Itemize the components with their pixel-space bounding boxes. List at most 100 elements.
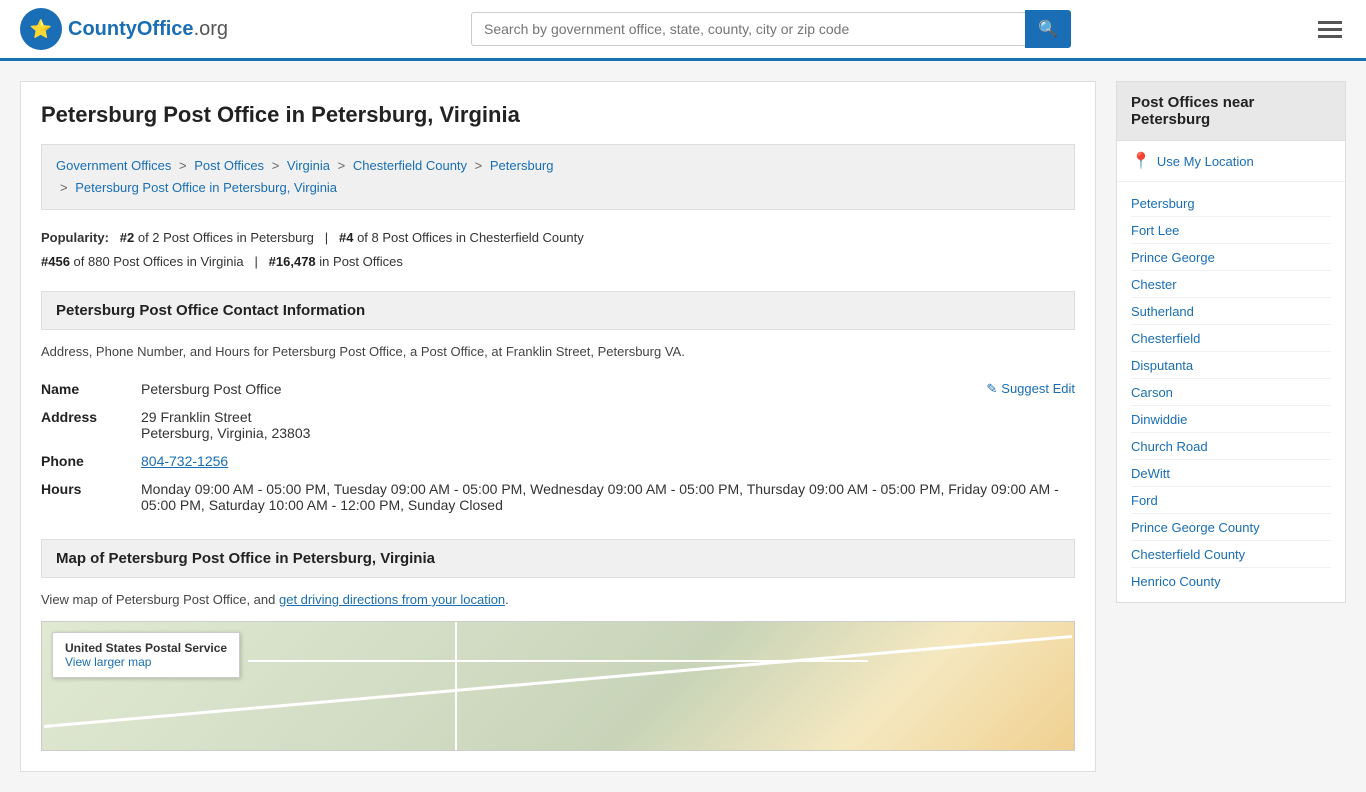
breadcrumb-current[interactable]: Petersburg Post Office in Petersburg, Vi… [75, 180, 337, 195]
sidebar-item: DeWitt [1131, 460, 1331, 487]
sidebar-list: Petersburg Fort Lee Prince George Chester Su… [1117, 182, 1345, 602]
breadcrumb-govt-offices[interactable]: Government Offices [56, 158, 171, 173]
name-value: Petersburg Post Office ✎ Suggest Edit [141, 375, 1075, 403]
phone-label: Phone [41, 447, 141, 475]
sidebar-item-link[interactable]: Prince George County [1131, 520, 1260, 535]
sidebar-item: Petersburg [1131, 190, 1331, 217]
sidebar-item-link[interactable]: Carson [1131, 385, 1173, 400]
map-road-3 [455, 622, 457, 750]
sidebar-item-link[interactable]: DeWitt [1131, 466, 1170, 481]
breadcrumb-chesterfield[interactable]: Chesterfield County [353, 158, 467, 173]
map-section-header: Map of Petersburg Post Office in Petersb… [41, 539, 1075, 578]
rank3: #456 [41, 254, 70, 269]
phone-value: 804-732-1256 [141, 447, 1075, 475]
contact-info-table: Name Petersburg Post Office ✎ Suggest Ed… [41, 375, 1075, 519]
rank4-text: in Post Offices [319, 254, 403, 269]
rank2: #4 [339, 230, 353, 245]
popularity-label: Popularity: [41, 230, 109, 245]
sidebar-item-link[interactable]: Ford [1131, 493, 1158, 508]
menu-bar-1 [1318, 21, 1342, 24]
sidebar-item-link[interactable]: Fort Lee [1131, 223, 1179, 238]
location-pin-icon: 📍 [1131, 151, 1151, 171]
address-row: Address 29 Franklin Street Petersburg, V… [41, 403, 1075, 447]
sidebar-item: Henrico County [1131, 568, 1331, 594]
breadcrumb: Government Offices > Post Offices > Virg… [41, 144, 1075, 210]
menu-button[interactable] [1314, 17, 1346, 42]
menu-bar-3 [1318, 35, 1342, 38]
breadcrumb-sep-2: > [272, 158, 280, 173]
phone-row: Phone 804-732-1256 [41, 447, 1075, 475]
map-description: View map of Petersburg Post Office, and … [41, 592, 1075, 607]
rank3-text: of 880 Post Offices in Virginia [74, 254, 244, 269]
sidebar: Post Offices near Petersburg 📍 Use My Lo… [1116, 81, 1346, 772]
hours-value: Monday 09:00 AM - 05:00 PM, Tuesday 09:0… [141, 475, 1075, 519]
rank2-text: of 8 Post Offices in Chesterfield County [357, 230, 584, 245]
breadcrumb-sep-3: > [338, 158, 346, 173]
address-label: Address [41, 403, 141, 447]
popularity-section: Popularity: #2 of 2 Post Offices in Pete… [41, 226, 1075, 273]
name-row: Name Petersburg Post Office ✎ Suggest Ed… [41, 375, 1075, 403]
map-road-2 [248, 660, 867, 662]
rank1: #2 [120, 230, 134, 245]
address-value: 29 Franklin Street Petersburg, Virginia,… [141, 403, 1075, 447]
sidebar-item: Prince George [1131, 244, 1331, 271]
sidebar-item-link[interactable]: Sutherland [1131, 304, 1194, 319]
rank1-text: of 2 Post Offices in Petersburg [138, 230, 314, 245]
main-container: Petersburg Post Office in Petersburg, Vi… [0, 61, 1366, 792]
sidebar-location: 📍 Use My Location [1117, 141, 1345, 182]
use-my-location-link[interactable]: Use My Location [1157, 154, 1254, 169]
sidebar-item-link[interactable]: Church Road [1131, 439, 1208, 454]
sidebar-item: Fort Lee [1131, 217, 1331, 244]
sidebar-item-link[interactable]: Petersburg [1131, 196, 1195, 211]
hours-label: Hours [41, 475, 141, 519]
sidebar-item: Carson [1131, 379, 1331, 406]
hours-row: Hours Monday 09:00 AM - 05:00 PM, Tuesda… [41, 475, 1075, 519]
search-button[interactable]: 🔍 [1025, 10, 1071, 48]
sidebar-item: Chesterfield [1131, 325, 1331, 352]
sidebar-box: Post Offices near Petersburg 📍 Use My Lo… [1116, 81, 1346, 603]
breadcrumb-sep-4: > [475, 158, 483, 173]
menu-bar-2 [1318, 28, 1342, 31]
sidebar-item-link[interactable]: Chesterfield County [1131, 547, 1245, 562]
contact-description: Address, Phone Number, and Hours for Pet… [41, 344, 1075, 359]
content-area: Petersburg Post Office in Petersburg, Vi… [20, 81, 1096, 772]
contact-section-header: Petersburg Post Office Contact Informati… [41, 291, 1075, 330]
breadcrumb-post-offices[interactable]: Post Offices [194, 158, 264, 173]
sidebar-item: Prince George County [1131, 514, 1331, 541]
sidebar-item: Disputanta [1131, 352, 1331, 379]
sidebar-item: Chesterfield County [1131, 541, 1331, 568]
map-overlay-title: United States Postal Service [65, 641, 227, 655]
sidebar-item-link[interactable]: Chesterfield [1131, 331, 1200, 346]
sidebar-item: Church Road [1131, 433, 1331, 460]
page-title: Petersburg Post Office in Petersburg, Vi… [41, 102, 1075, 128]
logo-text: CountyOffice.org [68, 18, 228, 41]
sidebar-item-link[interactable]: Disputanta [1131, 358, 1193, 373]
map-container: United States Postal Service View larger… [41, 621, 1075, 751]
site-header: ⭐ CountyOffice.org 🔍 [0, 0, 1366, 61]
sidebar-item-link[interactable]: Chester [1131, 277, 1177, 292]
breadcrumb-virginia[interactable]: Virginia [287, 158, 330, 173]
breadcrumb-sep-1: > [179, 158, 187, 173]
sidebar-title: Post Offices near Petersburg [1117, 82, 1345, 141]
search-input[interactable] [471, 12, 1025, 46]
driving-directions-link[interactable]: get driving directions from your locatio… [279, 592, 505, 607]
phone-link[interactable]: 804-732-1256 [141, 453, 228, 469]
rank4: #16,478 [269, 254, 316, 269]
breadcrumb-petersburg[interactable]: Petersburg [490, 158, 554, 173]
sidebar-item: Chester [1131, 271, 1331, 298]
sidebar-item-link[interactable]: Dinwiddie [1131, 412, 1187, 427]
suggest-edit-icon: ✎ [986, 381, 997, 397]
sidebar-item: Ford [1131, 487, 1331, 514]
breadcrumb-sep-5: > [60, 180, 68, 195]
sidebar-item-link[interactable]: Prince George [1131, 250, 1215, 265]
search-area: 🔍 [471, 10, 1071, 48]
suggest-edit-link[interactable]: ✎ Suggest Edit [986, 381, 1075, 397]
name-label: Name [41, 375, 141, 403]
logo-area: ⭐ CountyOffice.org [20, 8, 228, 50]
view-larger-map-link[interactable]: View larger map [65, 655, 151, 669]
sidebar-item: Sutherland [1131, 298, 1331, 325]
sidebar-item: Dinwiddie [1131, 406, 1331, 433]
map-overlay: United States Postal Service View larger… [52, 632, 240, 678]
sidebar-item-link[interactable]: Henrico County [1131, 574, 1221, 589]
logo-icon: ⭐ [20, 8, 62, 50]
